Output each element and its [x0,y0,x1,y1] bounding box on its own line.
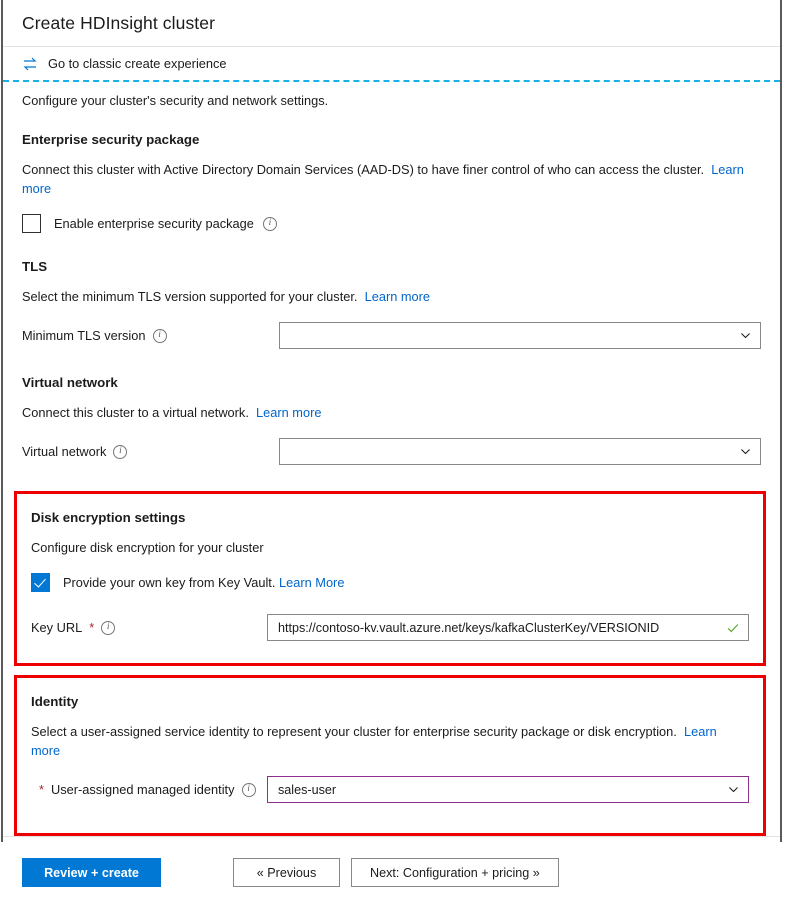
chevron-down-icon [739,445,752,458]
key-url-input[interactable]: https://contoso-kv.vault.azure.net/keys/… [267,614,749,641]
user-assigned-identity-required-marker: * [39,782,44,797]
virtual-network-info-icon[interactable]: i [113,444,128,459]
key-vault-learn-more-link[interactable]: Learn More [279,575,344,590]
identity-description: Select a user-assigned service identity … [31,722,749,760]
key-url-value: https://contoso-kv.vault.azure.net/keys/… [278,620,660,635]
next-configuration-pricing-button[interactable]: Next: Configuration + pricing » [351,858,559,887]
key-url-label-group: Key URL * i [31,620,116,635]
enable-enterprise-security-label: Enable enterprise security package [54,216,254,231]
virtual-network-learn-more-link[interactable]: Learn more [256,405,321,420]
virtual-network-row: Virtual network i [22,438,761,465]
chevron-down-icon [739,329,752,342]
virtual-network-description-text: Connect this cluster to a virtual networ… [22,405,249,420]
tls-heading: TLS [22,259,48,274]
tls-learn-more-link[interactable]: Learn more [365,289,430,304]
key-url-control: https://contoso-kv.vault.azure.net/keys/… [267,614,749,641]
identity-description-text: Select a user-assigned service identity … [31,724,677,739]
chevron-down-icon [727,783,740,796]
swap-arrows-icon [22,56,38,72]
key-url-required-marker: * [89,620,95,635]
section-virtual-network: Virtual network Connect this cluster to … [22,375,761,465]
user-assigned-identity-select[interactable]: sales-user [267,776,749,803]
user-assigned-identity-label-group: * User-assigned managed identity i [39,782,256,797]
enable-enterprise-security-row[interactable]: Enable enterprise security package i [22,214,761,233]
key-url-label: Key URL [31,620,83,635]
virtual-network-control [279,438,761,465]
virtual-network-description: Connect this cluster to a virtual networ… [22,403,750,422]
virtual-network-label-group: Virtual network i [22,444,128,459]
blade-title-bar: Create HDInsight cluster [3,0,780,47]
classic-experience-link[interactable]: Go to classic create experience [48,56,227,71]
key-url-info-icon[interactable]: i [101,620,116,635]
tls-description-text: Select the minimum TLS version supported… [22,289,358,304]
form-content: Configure your cluster's security and ne… [3,82,780,836]
enterprise-security-heading: Enterprise security package [22,132,200,147]
user-assigned-identity-row: * User-assigned managed identity i sales-… [31,776,749,803]
previous-button[interactable]: « Previous [233,858,340,887]
min-tls-version-label-group: Minimum TLS version i [22,328,167,343]
provide-own-key-label: Provide your own key from Key Vault. Lea… [63,575,344,590]
virtual-network-select[interactable] [279,438,761,465]
section-identity: Identity Select a user-assigned service … [14,675,766,836]
user-assigned-identity-info-icon[interactable]: i [241,782,256,797]
enterprise-security-description-text: Connect this cluster with Active Directo… [22,162,705,177]
disk-encryption-heading: Disk encryption settings [31,510,186,525]
min-tls-version-info-icon[interactable]: i [152,328,167,343]
lead-description: Configure your cluster's security and ne… [22,93,329,108]
enterprise-security-description: Connect this cluster with Active Directo… [22,160,750,198]
virtual-network-label: Virtual network [22,444,107,459]
min-tls-version-select[interactable] [279,322,761,349]
review-create-button[interactable]: Review + create [22,858,161,887]
key-url-row: Key URL * i https://contoso-kv.vault.azur… [31,614,749,641]
provide-own-key-checkbox[interactable] [31,573,50,592]
identity-heading: Identity [31,694,79,709]
section-disk-encryption: Disk encryption settings Configure disk … [14,491,766,666]
user-assigned-identity-label: User-assigned managed identity [50,782,235,797]
create-cluster-blade: Create HDInsight cluster Go to classic c… [1,0,782,908]
tls-description: Select the minimum TLS version supported… [22,287,750,306]
blade-footer: Review + create « Previous Next: Configu… [3,836,780,908]
min-tls-version-control [279,322,761,349]
classic-experience-row[interactable]: Go to classic create experience [3,47,780,80]
page-title: Create HDInsight cluster [22,12,216,33]
user-assigned-identity-value: sales-user [278,782,337,797]
enable-enterprise-security-checkbox[interactable] [22,214,41,233]
section-tls: TLS Select the minimum TLS version suppo… [22,259,761,349]
disk-encryption-description: Configure disk encryption for your clust… [31,540,264,555]
section-enterprise-security: Enterprise security package Connect this… [22,132,761,233]
green-check-icon [726,621,740,635]
provide-own-key-row[interactable]: Provide your own key from Key Vault. Lea… [31,573,749,592]
provide-own-key-label-text: Provide your own key from Key Vault. [63,575,276,590]
virtual-network-heading: Virtual network [22,375,118,390]
min-tls-version-label: Minimum TLS version [22,328,146,343]
min-tls-version-row: Minimum TLS version i [22,322,761,349]
user-assigned-identity-control: sales-user [267,776,749,803]
enable-enterprise-security-info-icon[interactable]: i [262,216,277,231]
